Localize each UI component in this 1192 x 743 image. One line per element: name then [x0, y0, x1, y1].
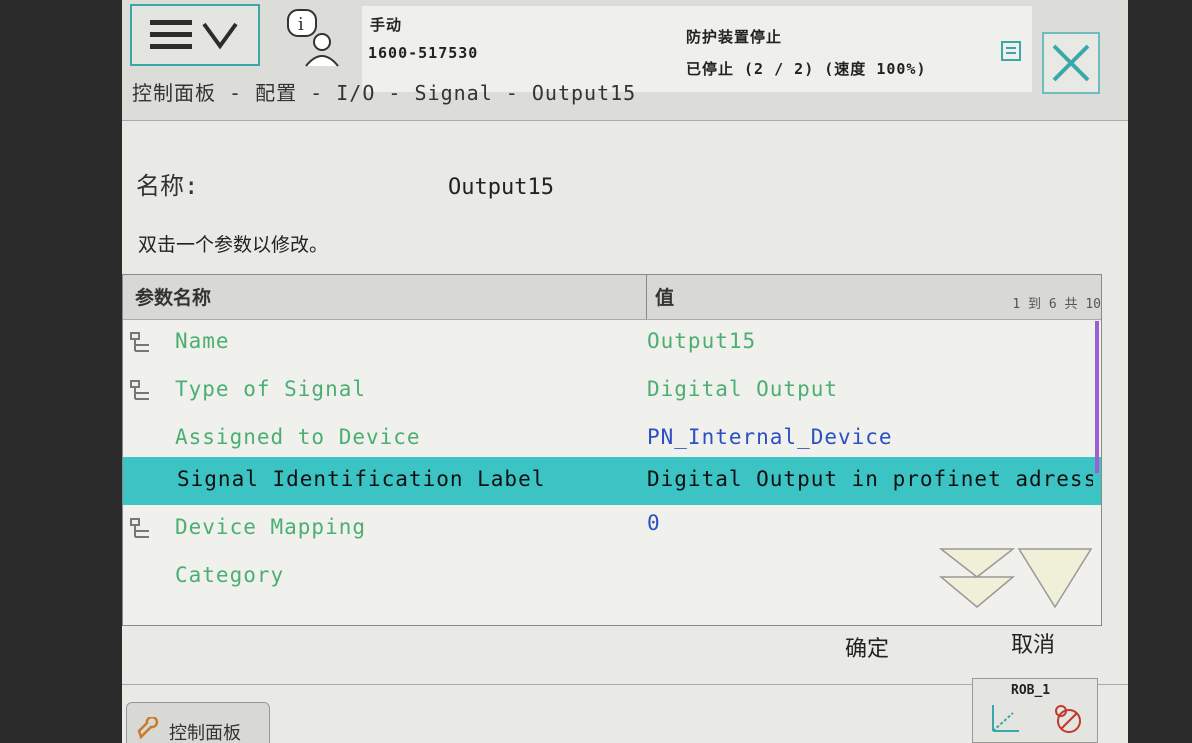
- param-name: Type of Signal: [175, 377, 367, 401]
- parameter-icon: [130, 518, 149, 538]
- signal-name-value: Output15: [448, 175, 554, 200]
- ok-button[interactable]: 确定: [792, 630, 942, 670]
- robot-unit-label: ROB_1: [1011, 683, 1051, 698]
- table-row[interactable]: Name Output15: [123, 319, 1101, 367]
- safety-status: 防护装置停止: [686, 28, 783, 46]
- column-param-name: 参数名称: [135, 287, 212, 309]
- parameter-icon: [130, 332, 149, 352]
- top-bar: i 手动 1600-517530 防护装置停止 已停止 (2 / 2) (速度 …: [122, 0, 1128, 120]
- param-value: 0: [647, 511, 661, 535]
- parameter-icon: [130, 380, 149, 400]
- table-row[interactable]: Type of Signal Digital Output: [123, 367, 1101, 415]
- table-header: 参数名称 值 1 到 6 共 10: [123, 275, 1101, 320]
- pager-text: 1 到 6 共 10: [1012, 297, 1101, 312]
- column-separator: [646, 275, 647, 319]
- param-value: Digital Output: [647, 377, 839, 401]
- scroll-to-end-icon[interactable]: [1015, 547, 1095, 611]
- info-person-icon: i: [287, 9, 339, 67]
- task-tab-control-panel[interactable]: 控制面板: [126, 702, 270, 743]
- event-log-button[interactable]: i: [282, 6, 352, 68]
- run-status: 已停止 (2 / 2) (速度 100%): [686, 60, 927, 78]
- flexpendant-screen: i 手动 1600-517530 防护装置停止 已停止 (2 / 2) (速度 …: [122, 0, 1128, 743]
- param-name: Category: [175, 563, 285, 587]
- task-tab-label: 控制面板: [169, 723, 241, 743]
- close-icon: [1052, 44, 1090, 82]
- table-row[interactable]: Device Mapping 0: [123, 505, 1101, 553]
- scrollbar[interactable]: [1095, 321, 1099, 473]
- increment-icon: [1055, 705, 1081, 733]
- param-name: Device Mapping: [175, 515, 367, 539]
- parameter-table: 参数名称 值 1 到 6 共 10 Name Output15 Type of …: [122, 274, 1102, 626]
- breadcrumb: 控制面板 - 配置 - I/O - Signal - Output15: [132, 81, 637, 105]
- svg-text:i: i: [298, 14, 304, 35]
- quickset-icon[interactable]: [1000, 40, 1022, 62]
- param-name: Assigned to Device: [175, 425, 421, 449]
- cancel-button[interactable]: 取消: [958, 626, 1108, 666]
- close-button[interactable]: [1042, 32, 1100, 94]
- param-name: Signal Identification Label: [177, 467, 546, 491]
- param-name: Name: [175, 329, 230, 353]
- wrench-icon: [137, 717, 159, 740]
- mode-text: 手动: [370, 16, 403, 34]
- scroll-page-down-icon[interactable]: [937, 547, 1017, 611]
- param-value: Output15: [647, 329, 757, 353]
- param-value: PN_Internal_Device: [647, 425, 893, 449]
- table-row[interactable]: Assigned to Device PN_Internal_Device: [123, 415, 1101, 463]
- coordinate-system-icon: [992, 705, 1019, 732]
- name-label: 名称:: [136, 172, 199, 200]
- hint-text: 双击一个参数以修改。: [138, 234, 329, 256]
- table-row-selected[interactable]: Signal Identification Label Digital Outp…: [123, 457, 1101, 505]
- controller-id: 1600-517530: [368, 44, 479, 62]
- hamburger-chevron-icon: [150, 20, 238, 50]
- column-value: 值: [655, 287, 675, 309]
- param-value: Digital Output in profinet adress0: [647, 467, 1093, 491]
- header-divider: [122, 120, 1128, 121]
- abb-menu-button[interactable]: [130, 4, 260, 66]
- quickset-robot-box[interactable]: ROB_1: [972, 678, 1098, 743]
